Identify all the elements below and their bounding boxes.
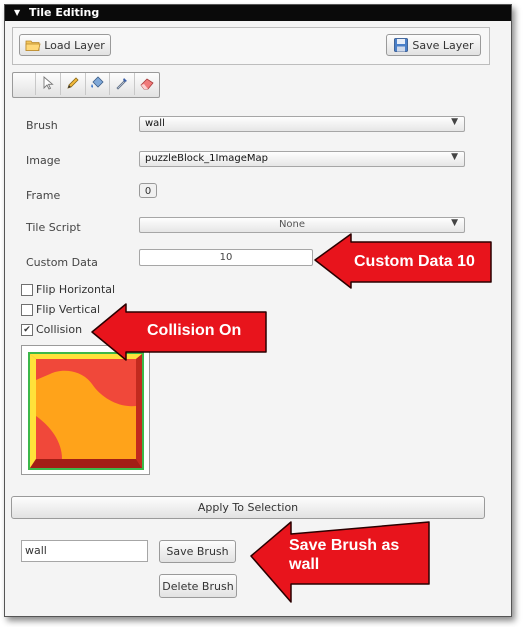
collision-callout-text: Collision On bbox=[147, 322, 242, 339]
layer-toolbar: Load Layer Save Layer bbox=[12, 27, 490, 65]
save-brush-callout-arrow bbox=[250, 521, 430, 603]
brush-label: Brush bbox=[26, 119, 58, 132]
chevron-down-icon: ▼ bbox=[451, 117, 458, 127]
image-value: puzzleBlock_1ImageMap bbox=[145, 153, 268, 164]
flip-horizontal-label: Flip Horizontal bbox=[36, 283, 116, 296]
tool-spacer bbox=[13, 73, 36, 95]
eraser-icon bbox=[139, 75, 155, 94]
paint-bucket-icon bbox=[89, 75, 105, 94]
tile-preview-image bbox=[28, 352, 144, 470]
floppy-disk-icon bbox=[393, 37, 409, 53]
image-label: Image bbox=[26, 154, 61, 167]
tile-script-label: Tile Script bbox=[26, 221, 81, 234]
frame-field[interactable]: 0 bbox=[139, 183, 157, 198]
checkbox-unchecked-icon bbox=[21, 303, 33, 316]
pencil-tool-button[interactable] bbox=[61, 73, 86, 95]
panel-header[interactable]: ▼ Tile Editing bbox=[5, 5, 511, 21]
pencil-icon bbox=[65, 75, 81, 94]
select-tool-button[interactable] bbox=[36, 73, 61, 95]
eyedropper-icon bbox=[114, 75, 130, 94]
image-select[interactable]: puzzleBlock_1ImageMap ▼ bbox=[139, 151, 465, 167]
load-layer-label: Load Layer bbox=[44, 38, 105, 52]
brush-name-input[interactable]: wall bbox=[21, 540, 148, 562]
folder-icon bbox=[25, 37, 41, 53]
checkmark-icon: ✔ bbox=[21, 323, 33, 336]
save-brush-callout-line2: wall bbox=[289, 556, 320, 573]
select-arrow-icon bbox=[42, 75, 54, 93]
collapse-triangle-icon[interactable]: ▼ bbox=[14, 5, 20, 21]
save-layer-label: Save Layer bbox=[412, 38, 474, 52]
save-brush-callout-line1: Save Brush as bbox=[289, 537, 400, 554]
custom-data-label: Custom Data bbox=[26, 256, 98, 269]
eyedropper-tool-button[interactable] bbox=[110, 73, 136, 95]
chevron-down-icon: ▼ bbox=[451, 152, 458, 162]
custom-data-callout-text: Custom Data 10 bbox=[354, 253, 475, 270]
fill-tool-button[interactable] bbox=[86, 73, 111, 95]
tool-selector bbox=[12, 72, 160, 98]
flip-horizontal-checkbox[interactable]: Flip Horizontal bbox=[21, 283, 115, 296]
checkbox-unchecked-icon bbox=[21, 283, 33, 296]
load-layer-button[interactable]: Load Layer bbox=[19, 34, 111, 56]
brush-value: wall bbox=[145, 118, 165, 129]
delete-brush-button[interactable]: Delete Brush bbox=[159, 574, 237, 598]
brush-select[interactable]: wall ▼ bbox=[139, 116, 465, 132]
collision-label: Collision bbox=[36, 323, 83, 336]
save-brush-button[interactable]: Save Brush bbox=[159, 540, 236, 563]
custom-data-field[interactable]: 10 bbox=[139, 249, 313, 266]
frame-label: Frame bbox=[26, 189, 61, 202]
eraser-tool-button[interactable] bbox=[135, 73, 159, 95]
panel-title: Tile Editing bbox=[29, 6, 100, 19]
collision-checkbox[interactable]: ✔ Collision bbox=[21, 323, 82, 336]
chevron-down-icon: ▼ bbox=[451, 218, 458, 228]
save-layer-button[interactable]: Save Layer bbox=[386, 34, 481, 56]
tile-preview bbox=[21, 345, 150, 475]
